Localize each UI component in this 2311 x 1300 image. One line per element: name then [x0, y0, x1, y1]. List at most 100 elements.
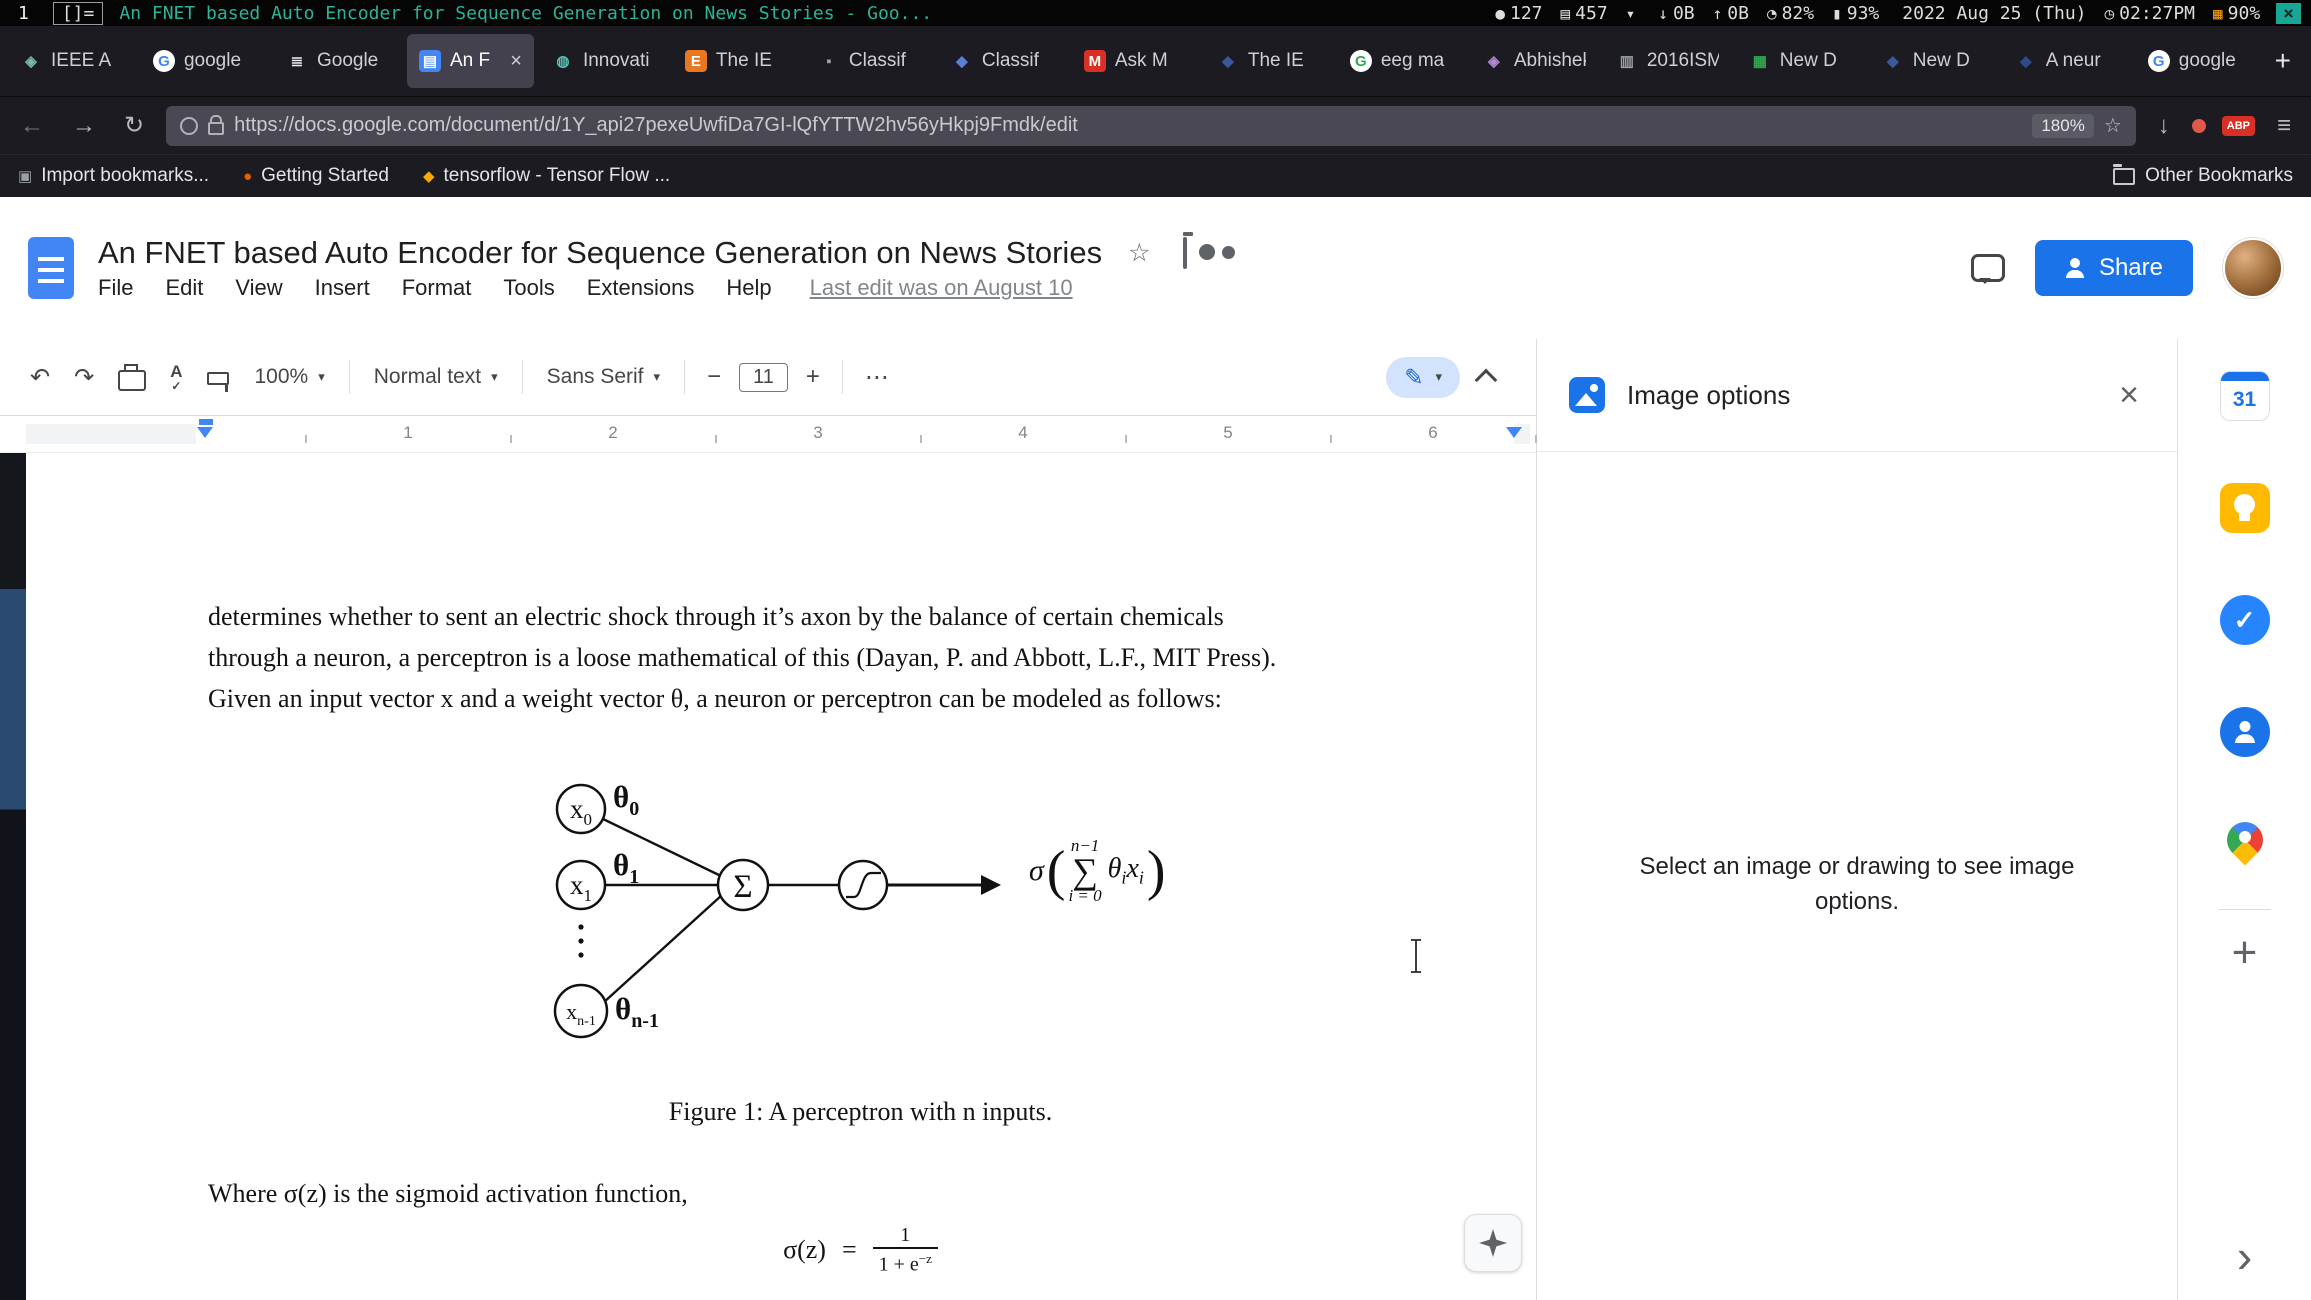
add-addon-button[interactable]: +: [2226, 930, 2264, 976]
browser-tab[interactable]: ◆ Classif: [939, 34, 1066, 88]
close-window-button[interactable]: ×: [2276, 3, 2301, 24]
browser-tab[interactable]: G google: [2136, 34, 2263, 88]
browser-tab[interactable]: ≣ Google: [274, 34, 401, 88]
menu-item[interactable]: Help: [726, 275, 771, 301]
browser-nav-bar: ← → ↻ https://docs.google.com/document/d…: [0, 96, 2311, 154]
page-zoom-badge[interactable]: 180%: [2032, 114, 2093, 138]
formula-equals: =: [842, 1235, 857, 1265]
hide-side-panel-button[interactable]: ›: [2231, 1232, 2258, 1280]
tray-label: 02:27PM: [2119, 3, 2195, 24]
calendar-app-icon[interactable]: 31: [2220, 371, 2270, 421]
browser-tab[interactable]: ▦ New D: [1737, 34, 1864, 88]
perceptron-figure[interactable]: x0 x1 xn-1 θ0: [545, 773, 1513, 1063]
font-size-value[interactable]: 11: [739, 363, 788, 392]
contacts-app-icon[interactable]: [2220, 707, 2270, 757]
redo-button[interactable]: ↷: [68, 362, 100, 393]
bookmark-item[interactable]: ▣ Import bookmarks...: [18, 165, 209, 187]
bookmarks-bar: ▣ Import bookmarks... ● Getting Started …: [0, 154, 2311, 197]
star-document-icon[interactable]: ☆: [1122, 237, 1156, 269]
first-line-indent-marker[interactable]: [199, 419, 213, 425]
spelling-check-button[interactable]: A ✓: [164, 362, 188, 393]
decrease-font-size-button[interactable]: −: [701, 362, 727, 392]
close-panel-icon[interactable]: ×: [2113, 375, 2145, 416]
doc-title[interactable]: An FNET based Auto Encoder for Sequence …: [98, 235, 1102, 271]
sigmoid-intro-line[interactable]: Where σ(z) is the sigmoid activation fun…: [208, 1179, 1513, 1209]
account-avatar[interactable]: [2223, 238, 2283, 298]
app-menu-button[interactable]: ≡: [2271, 111, 2297, 141]
editing-mode-select[interactable]: ✎ ▾: [1386, 357, 1460, 398]
ruler-number: 4: [1012, 423, 1034, 443]
browser-tab[interactable]: ◍ Innovati: [540, 34, 667, 88]
body-paragraph[interactable]: determines whether to sent an electric s…: [208, 596, 1513, 719]
adblock-extension-icon[interactable]: ABP: [2222, 116, 2255, 136]
bookmark-star-icon[interactable]: ☆: [2104, 113, 2122, 138]
tray-item: ▤ 457: [1561, 3, 1608, 24]
menu-item[interactable]: View: [235, 275, 282, 301]
ruler-number: 1: [397, 423, 419, 443]
browser-tab[interactable]: ◈ Abhishek: [1471, 34, 1598, 88]
document-canvas[interactable]: determines whether to sent an electric s…: [0, 453, 1536, 1300]
docs-logo-icon[interactable]: [28, 237, 74, 299]
bookmark-item[interactable]: ◆ tensorflow - Tensor Flow ...: [423, 165, 670, 187]
browser-tab[interactable]: G google: [141, 34, 268, 88]
last-edit-link[interactable]: Last edit was on August 10: [810, 275, 1073, 301]
browser-tab[interactable]: ◆ The IE: [1205, 34, 1332, 88]
browser-tab[interactable]: M Ask M: [1072, 34, 1199, 88]
browser-tab[interactable]: ◈ IEEE A: [8, 34, 135, 88]
share-button[interactable]: Share: [2035, 240, 2193, 296]
tasks-app-icon[interactable]: ✓: [2220, 595, 2270, 645]
ruler[interactable]: 123456: [0, 416, 1536, 453]
tab-label: eeg ma: [1381, 50, 1453, 72]
keep-app-icon[interactable]: [2220, 483, 2270, 533]
workspace-indicator[interactable]: 1: [10, 3, 37, 24]
document-status-cloud-icon[interactable]: [1213, 252, 1225, 254]
increase-font-size-button[interactable]: +: [800, 362, 826, 392]
forward-button[interactable]: →: [66, 111, 102, 141]
browser-tab[interactable]: ▪ Classif: [806, 34, 933, 88]
tray-item: ● 127: [1495, 3, 1542, 24]
tab-close-icon[interactable]: ×: [510, 50, 522, 73]
more-toolbar-options-button[interactable]: ⋯: [859, 362, 895, 393]
left-indent-marker[interactable]: [197, 427, 213, 438]
url-bar[interactable]: https://docs.google.com/document/d/1Y_ap…: [166, 106, 2136, 146]
browser-tab[interactable]: E The IE: [673, 34, 800, 88]
sigmoid-formula[interactable]: σ(z) = 1 1 + e−z: [208, 1223, 1513, 1277]
maps-app-icon[interactable]: [2220, 819, 2270, 869]
collapse-toolbar-icon[interactable]: [1475, 369, 1498, 392]
menu-bar: File Edit View Insert Format Tools Exten…: [98, 275, 1947, 301]
paint-format-button[interactable]: [201, 369, 235, 386]
url-text[interactable]: https://docs.google.com/document/d/1Y_ap…: [234, 114, 2022, 137]
browser-tab[interactable]: ▥ 2016ISM: [1604, 34, 1731, 88]
downloads-button[interactable]: ↓: [2152, 111, 2176, 141]
bookmark-item[interactable]: ● Getting Started: [243, 165, 389, 187]
new-tab-button[interactable]: +: [2263, 45, 2303, 77]
print-button[interactable]: [112, 363, 152, 392]
site-info-icon[interactable]: [180, 117, 198, 135]
move-to-folder-icon[interactable]: [1177, 238, 1193, 269]
explore-button[interactable]: [1464, 1214, 1522, 1272]
paragraph-line: Given an input vector x and a weight vec…: [208, 678, 1513, 719]
paragraph-style-select[interactable]: Normal text ▾: [366, 361, 506, 393]
sum-node-label: Σ: [733, 869, 752, 905]
browser-tab[interactable]: ◆ A neur: [2003, 34, 2130, 88]
menu-item[interactable]: Insert: [315, 275, 370, 301]
figure-caption[interactable]: Figure 1: A perceptron with n inputs.: [208, 1097, 1513, 1127]
other-bookmarks-button[interactable]: Other Bookmarks: [2113, 165, 2293, 187]
comments-icon[interactable]: [1971, 254, 2005, 282]
zoom-select[interactable]: 100% ▾: [247, 361, 333, 393]
back-button[interactable]: ←: [14, 111, 50, 141]
browser-tab[interactable]: G eeg ma: [1338, 34, 1465, 88]
paragraph-line: through a neuron, a perceptron is a loos…: [208, 637, 1513, 678]
font-family-select[interactable]: Sans Serif ▾: [539, 361, 668, 393]
menu-item[interactable]: Tools: [503, 275, 554, 301]
browser-tab[interactable]: ▤ An F ×: [407, 34, 534, 88]
ruler-number: 5: [1217, 423, 1239, 443]
browser-tab[interactable]: ◆ New D: [1870, 34, 1997, 88]
page-content[interactable]: determines whether to sent an electric s…: [208, 596, 1513, 1277]
menu-item[interactable]: File: [98, 275, 133, 301]
reload-button[interactable]: ↻: [118, 110, 150, 141]
menu-item[interactable]: Extensions: [587, 275, 695, 301]
undo-button[interactable]: ↶: [24, 362, 56, 393]
menu-item[interactable]: Edit: [165, 275, 203, 301]
menu-item[interactable]: Format: [402, 275, 472, 301]
